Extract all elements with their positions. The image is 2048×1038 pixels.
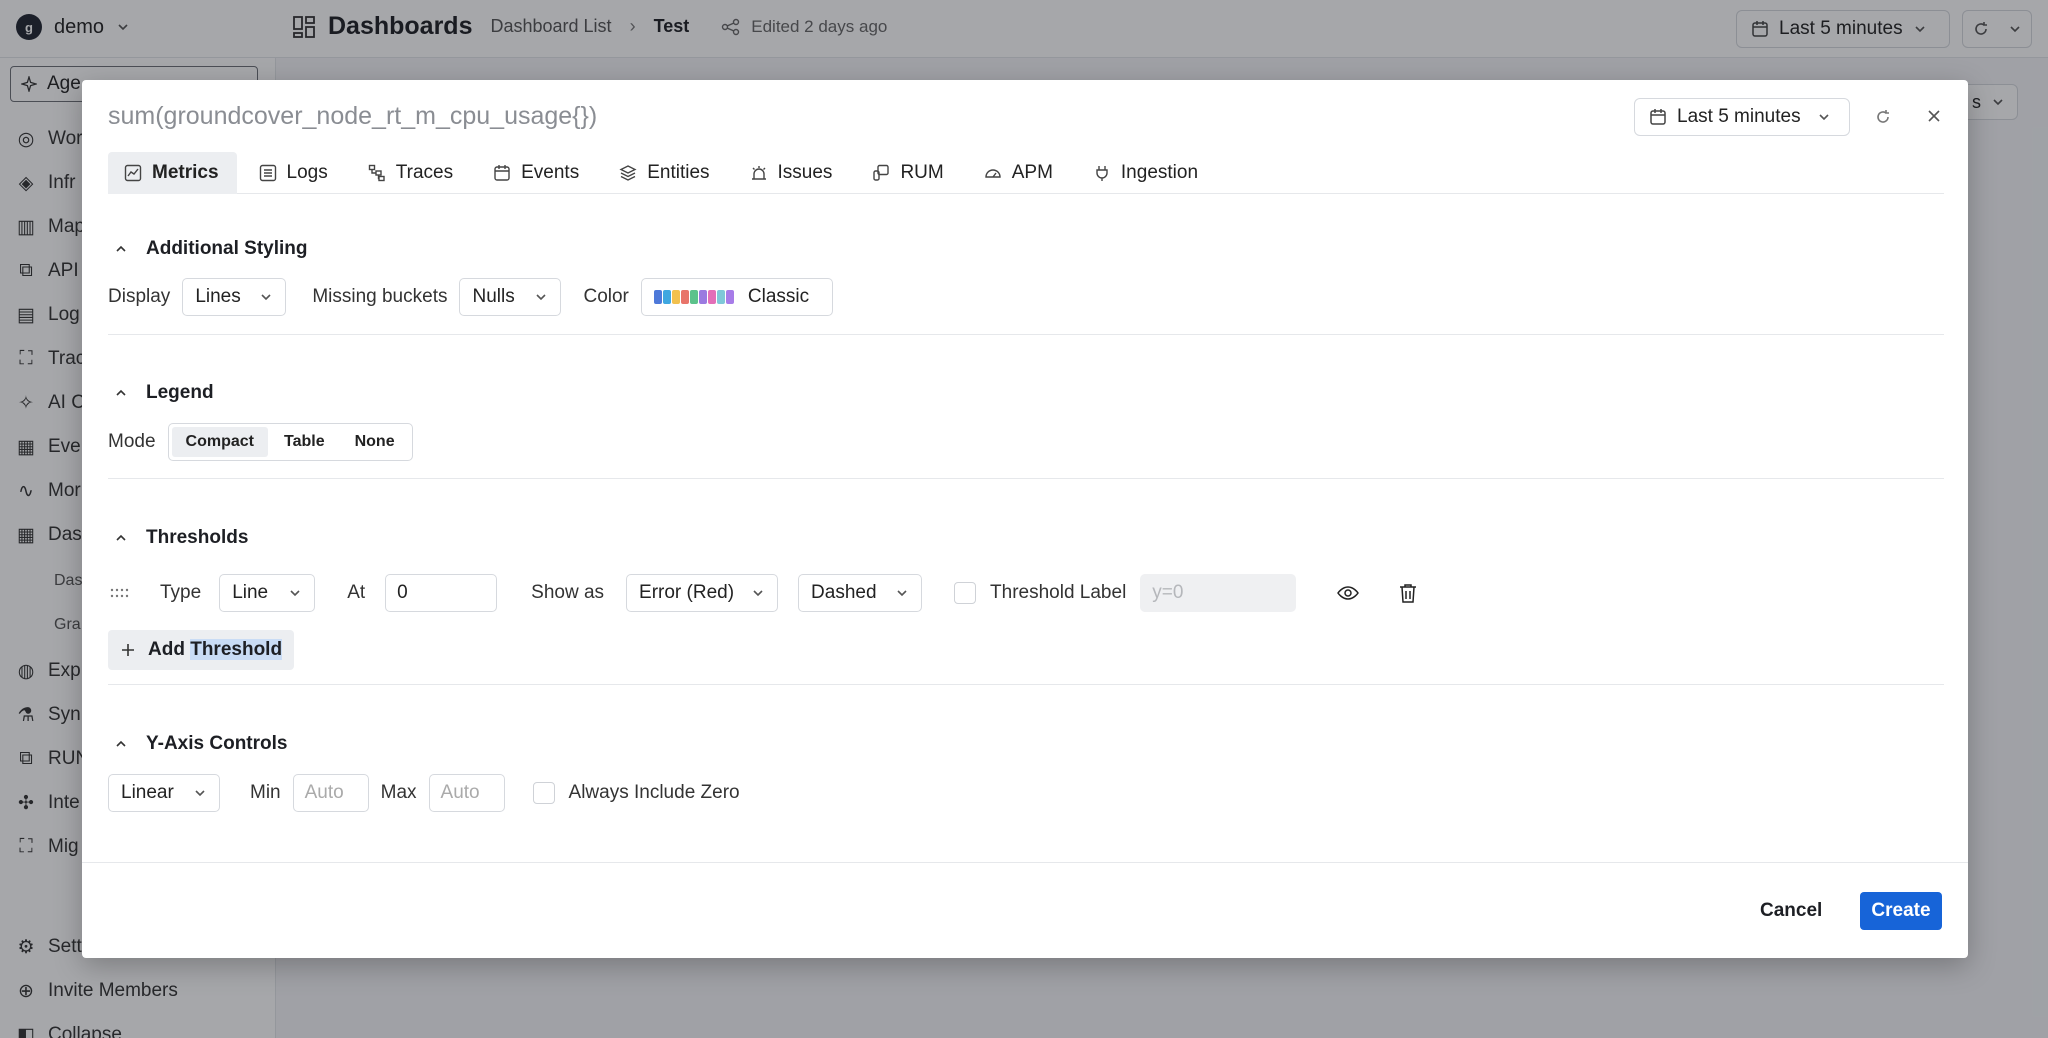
chevron-down-icon	[536, 294, 547, 301]
tab-ingestion[interactable]: Ingestion	[1077, 152, 1216, 194]
palette-swatch	[671, 290, 680, 304]
plug-icon	[1096, 165, 1108, 181]
legend-row: Mode Compact Table None	[108, 423, 413, 461]
threshold-label-label: Threshold Label	[990, 582, 1127, 603]
drag-handle-icon[interactable]	[108, 581, 132, 605]
tab-logs[interactable]: Logs	[243, 152, 346, 194]
gauge-icon	[985, 168, 1001, 178]
color-palette-select[interactable]: Classic	[640, 278, 833, 316]
chevron-up-icon	[116, 740, 126, 747]
display-label: Display	[108, 286, 171, 307]
missing-buckets-label: Missing buckets	[312, 286, 448, 307]
show-as-label: Show as	[531, 582, 605, 603]
always-include-zero-checkbox[interactable]	[532, 782, 555, 804]
palette-swatch	[680, 290, 689, 304]
divider	[108, 684, 1944, 685]
refresh-icon	[1877, 110, 1889, 123]
query-title: sum(groundcover_node_rt_m_cpu_usage{})	[108, 102, 598, 130]
mode-label: Mode	[108, 431, 156, 452]
threshold-at-label: At	[347, 582, 366, 603]
divider	[108, 478, 1944, 479]
divider	[108, 334, 1944, 335]
chevron-up-icon	[116, 534, 126, 541]
y-max-input[interactable]: Auto	[428, 774, 505, 812]
y-axis-scale-select[interactable]: Linear	[108, 774, 220, 812]
eye-icon[interactable]	[1336, 581, 1360, 605]
section-thresholds[interactable]: Thresholds	[114, 527, 248, 549]
legend-mode-toggle: Compact Table None	[167, 423, 413, 461]
threshold-type-select[interactable]: Line	[219, 574, 316, 612]
alarm-icon	[751, 165, 766, 180]
cancel-button[interactable]: Cancel	[1748, 892, 1834, 930]
chevron-down-icon	[1819, 114, 1829, 121]
threshold-label-input[interactable]: y=0	[1140, 574, 1297, 612]
threshold-value-input[interactable]: 0	[385, 574, 498, 612]
tab-traces[interactable]: Traces	[352, 152, 471, 194]
styling-row: Display Lines Missing buckets Nulls Colo…	[108, 278, 833, 316]
calendar-icon	[494, 164, 510, 181]
threshold-row: Type Line At 0 Show as Error (Red) Dashe…	[108, 574, 1420, 612]
widget-editor-modal: sum(groundcover_node_rt_m_cpu_usage{}) L…	[82, 80, 1968, 958]
modal-refresh-button[interactable]	[1872, 106, 1894, 128]
threshold-type-label: Type	[160, 582, 202, 603]
legend-mode-compact[interactable]: Compact	[171, 427, 268, 457]
threshold-style-select[interactable]: Dashed	[798, 574, 923, 612]
section-legend[interactable]: Legend	[114, 382, 214, 404]
calendar-icon	[1650, 109, 1666, 125]
chevron-down-icon	[290, 590, 300, 597]
tab-entities[interactable]: Entities	[603, 152, 727, 194]
section-additional-styling[interactable]: Additional Styling	[114, 238, 308, 260]
trash-icon[interactable]	[1396, 581, 1420, 605]
y-min-label: Min	[250, 782, 281, 803]
y-max-label: Max	[380, 782, 417, 803]
chevron-up-icon	[116, 245, 126, 252]
always-include-zero-label: Always Include Zero	[568, 782, 740, 803]
modal-footer-divider	[82, 862, 1968, 863]
chevron-down-icon	[753, 590, 763, 597]
threshold-label-checkbox[interactable]	[954, 582, 977, 604]
modal-time-range-picker[interactable]: Last 5 minutes	[1634, 98, 1850, 136]
chevron-down-icon	[261, 294, 271, 301]
tab-rum[interactable]: RUM	[856, 152, 961, 194]
chevron-down-icon	[897, 590, 907, 597]
palette-swatch	[653, 290, 662, 304]
palette-swatch	[725, 290, 734, 304]
selected-text: Threshold	[190, 639, 283, 660]
close-icon	[1928, 110, 1940, 122]
layers-icon	[619, 164, 637, 181]
legend-mode-table[interactable]: Table	[270, 427, 339, 457]
legend-mode-none[interactable]: None	[341, 427, 409, 457]
palette-swatch	[689, 290, 698, 304]
add-threshold-button[interactable]: Add Threshold	[108, 630, 295, 670]
traces-icon	[368, 164, 385, 181]
y-axis-row: Linear Min Auto Max Auto Always Include …	[108, 774, 740, 812]
tab-metrics[interactable]: Metrics	[108, 151, 237, 194]
threshold-color-select[interactable]: Error (Red)	[626, 574, 779, 612]
close-button[interactable]	[1922, 104, 1946, 128]
list-icon	[259, 164, 276, 181]
create-button[interactable]: Create	[1860, 892, 1942, 930]
palette-swatch	[716, 290, 725, 304]
tab-events[interactable]: Events	[477, 152, 597, 194]
chevron-up-icon	[116, 389, 126, 396]
missing-buckets-select[interactable]: Nulls	[459, 278, 562, 316]
section-y-axis-controls[interactable]: Y-Axis Controls	[114, 733, 287, 755]
tab-apm[interactable]: APM	[968, 152, 1071, 194]
palette-swatch	[662, 290, 671, 304]
chart-icon	[124, 164, 142, 181]
display-select[interactable]: Lines	[182, 278, 287, 316]
y-min-input[interactable]: Auto	[292, 774, 369, 812]
palette-swatches	[653, 290, 734, 304]
tab-issues[interactable]: Issues	[734, 152, 851, 194]
palette-swatch	[707, 290, 716, 304]
chevron-down-icon	[195, 790, 205, 797]
color-label: Color	[583, 286, 629, 307]
palette-swatch	[698, 290, 707, 304]
data-source-tabs: Metrics Logs Traces Events Entities Issu…	[108, 151, 1944, 194]
rum-icon	[873, 164, 890, 181]
plus-icon	[122, 644, 134, 656]
